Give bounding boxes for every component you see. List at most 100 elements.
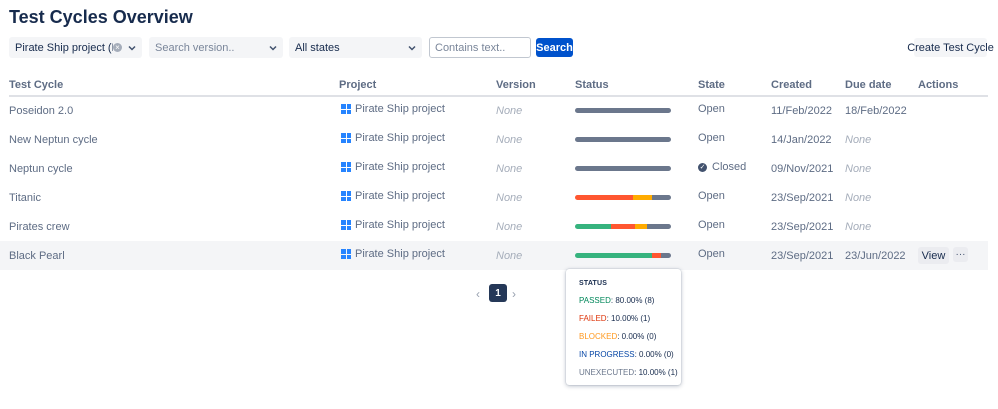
column-header-version: Version [496, 79, 536, 91]
table-row[interactable]: Pirates crew Pirate Ship project None Open 2… [0, 212, 998, 241]
table-row[interactable]: Neptun cycle Pirate Ship project None ✓ Clos… [0, 154, 998, 183]
status-segment-unexecuted [661, 253, 671, 258]
table-row[interactable]: Black Pearl Pirate Ship project None Open 23… [0, 241, 988, 270]
more-actions-button[interactable]: ··· [953, 247, 968, 262]
status-progress-bar[interactable] [575, 224, 671, 229]
project-icon [341, 220, 351, 230]
created-date: 14/Jan/2022 [771, 134, 832, 146]
state-cell: Open [698, 248, 725, 260]
project-cell: Pirate Ship project [341, 190, 445, 202]
tooltip-title: STATUS [579, 280, 608, 287]
column-header-project: Project [339, 79, 377, 91]
state-cell: Open [698, 103, 725, 115]
project-filter[interactable]: Pirate Ship project (PSP) × [9, 37, 142, 58]
state-cell: Open [698, 190, 725, 202]
create-test-cycle-button[interactable]: Create Test Cycle [907, 38, 994, 57]
text-search-input[interactable]: Contains text.. [429, 37, 531, 58]
state-filter[interactable]: All states [289, 37, 422, 58]
due-date: None [845, 221, 872, 233]
status-tooltip: STATUS PASSED: 80.00% (8) FAILED: 10.00%… [566, 269, 681, 385]
table-row[interactable]: Poseidon 2.0 Pirate Ship project None Open 1… [0, 96, 998, 125]
status-segment-unexecuted [575, 137, 671, 142]
view-button[interactable]: View [918, 247, 949, 264]
cycle-name[interactable]: Poseidon 2.0 [9, 105, 73, 117]
cycle-name[interactable]: Neptun cycle [9, 163, 73, 175]
column-header-test-cycle: Test Cycle [9, 79, 64, 91]
status-progress-bar[interactable] [575, 137, 671, 142]
search-button[interactable]: Search [536, 38, 573, 57]
page-title: Test Cycles Overview [9, 7, 193, 27]
tooltip-value-in-progress: : 0.00% (0) [634, 350, 674, 359]
tooltip-line-passed: PASSED: 80.00% (8) [579, 296, 654, 305]
status-segment-blocked [632, 195, 652, 200]
state-cell: ✓ Closed [698, 161, 746, 173]
tooltip-label-in-progress: IN PROGRESS [579, 350, 635, 359]
status-segment-unexecuted [651, 195, 671, 200]
text-search-placeholder: Contains text.. [435, 41, 506, 54]
due-date: None [845, 192, 872, 204]
version-value: None [496, 221, 523, 233]
status-progress-bar[interactable] [575, 195, 671, 200]
status-segment-unexecuted [575, 108, 671, 113]
status-progress-bar[interactable] [575, 108, 671, 113]
project-name: Pirate Ship project [355, 161, 445, 173]
state-filter-value: All states [295, 41, 340, 54]
status-segment-passed [575, 224, 611, 229]
column-header-created: Created [771, 79, 812, 91]
status-segment-failed [575, 195, 633, 200]
status-segment-failed [651, 253, 662, 258]
status-segment-failed [610, 224, 635, 229]
cycle-name[interactable]: New Neptun cycle [9, 134, 98, 146]
version-value: None [496, 192, 523, 204]
due-date: None [845, 134, 872, 146]
column-header-due-date: Due date [845, 79, 892, 91]
state-value: Open [698, 219, 725, 231]
table-row[interactable]: New Neptun cycle Pirate Ship project None O… [0, 125, 998, 154]
tooltip-value-blocked: : 0.00% (0) [617, 332, 657, 341]
tooltip-label-failed: FAILED [579, 314, 607, 323]
created-date: 23/Sep/2021 [771, 221, 834, 233]
status-segment-passed [575, 253, 652, 258]
tooltip-value-failed: : 10.00% (1) [606, 314, 651, 323]
due-date: None [845, 163, 872, 175]
project-cell: Pirate Ship project [341, 132, 445, 144]
status-segment-blocked [634, 224, 647, 229]
created-date: 23/Sep/2021 [771, 192, 834, 204]
project-icon [341, 249, 351, 259]
status-progress-bar[interactable] [575, 166, 671, 171]
next-page-button[interactable]: › [512, 287, 516, 301]
tooltip-label-blocked: BLOCKED [579, 332, 618, 341]
project-name: Pirate Ship project [355, 219, 445, 231]
chevron-down-icon [408, 45, 416, 51]
cycle-name[interactable]: Black Pearl [9, 250, 65, 262]
project-icon [341, 104, 351, 114]
clear-icon[interactable]: × [113, 43, 122, 52]
status-progress-bar[interactable] [575, 253, 671, 258]
status-segment-unexecuted [646, 224, 671, 229]
project-cell: Pirate Ship project [341, 248, 445, 260]
check-circle-icon: ✓ [698, 162, 707, 172]
previous-page-button[interactable]: ‹ [476, 287, 480, 301]
project-cell: Pirate Ship project [341, 219, 445, 231]
current-page-button[interactable]: 1 [489, 284, 507, 302]
version-value: None [496, 105, 523, 117]
table-row[interactable]: Titanic Pirate Ship project None Open 23/Sep… [0, 183, 998, 212]
created-date: 11/Feb/2022 [771, 105, 832, 117]
tooltip-line-in-progress: IN PROGRESS: 0.00% (0) [579, 350, 674, 359]
due-date: 23/Jun/2022 [845, 250, 906, 262]
project-name: Pirate Ship project [355, 190, 445, 202]
state-value: Closed [712, 161, 747, 173]
tooltip-label-unexecuted: UNEXECUTED [579, 368, 635, 377]
state-value: Open [698, 103, 725, 115]
tooltip-line-failed: FAILED: 10.00% (1) [579, 314, 650, 323]
cycle-name[interactable]: Pirates crew [9, 221, 70, 233]
version-filter[interactable]: Search version.. [149, 37, 283, 58]
column-header-state: State [698, 79, 725, 91]
column-header-actions: Actions [918, 79, 959, 91]
created-date: 09/Nov/2021 [771, 163, 834, 175]
project-icon [341, 162, 351, 172]
project-icon [341, 133, 351, 143]
due-date: 18/Feb/2022 [845, 105, 907, 117]
cycle-name[interactable]: Titanic [9, 192, 41, 204]
state-value: Open [698, 190, 725, 202]
